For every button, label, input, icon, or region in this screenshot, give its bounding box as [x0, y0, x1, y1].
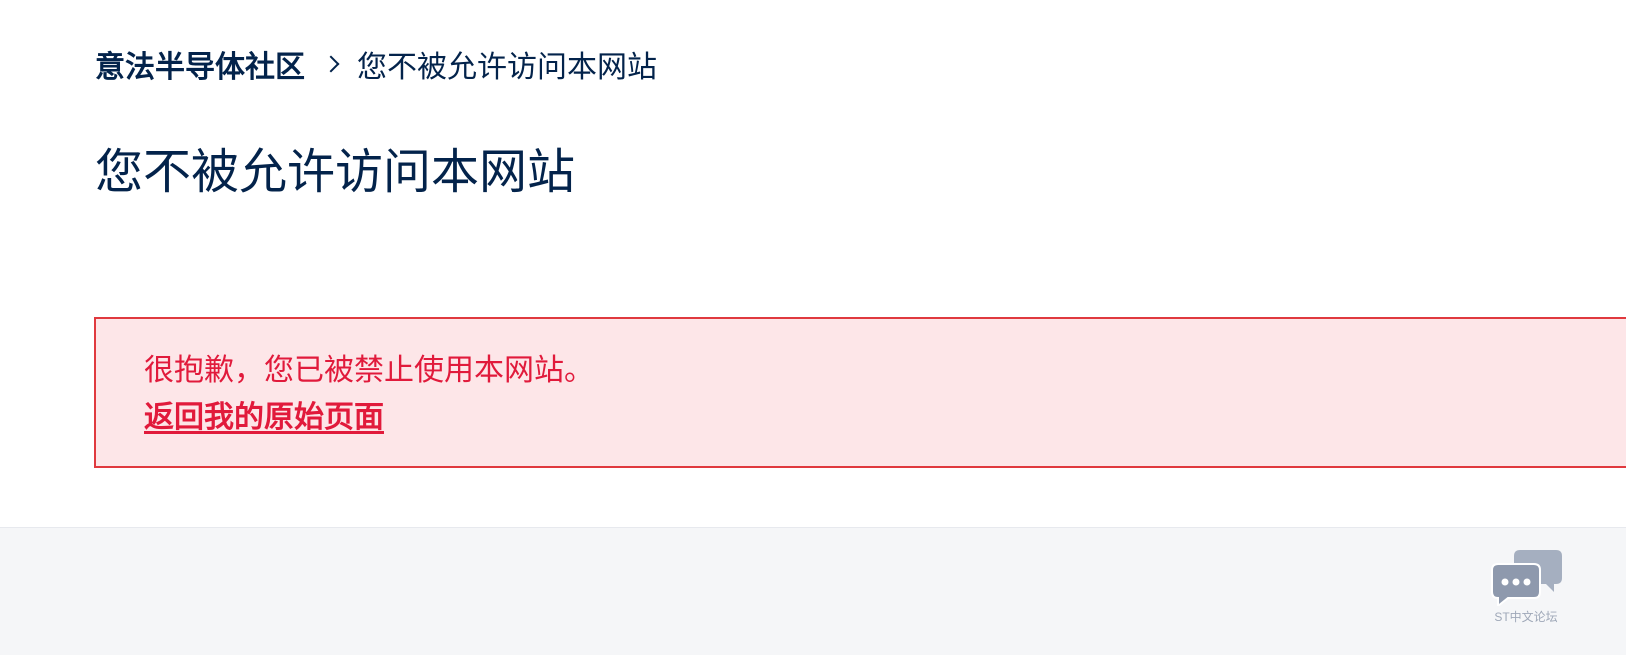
- chat-widget-button[interactable]: ST中文论坛: [1488, 548, 1564, 626]
- breadcrumb-home-link[interactable]: 意法半导体社区: [95, 42, 305, 86]
- chat-widget-label: ST中文论坛: [1494, 610, 1558, 624]
- breadcrumb: 意法半导体社区 您不被允许访问本网站: [95, 42, 657, 86]
- chat-bubbles-icon: [1491, 550, 1562, 606]
- breadcrumb-current: 您不被允许访问本网站: [357, 50, 657, 85]
- alert-message: 很抱歉，您已被禁止使用本网站。: [144, 353, 594, 388]
- page: 意法半导体社区 您不被允许访问本网站 您不被允许访问本网站 很抱歉，您已被禁止使…: [0, 0, 1626, 655]
- footer: [0, 527, 1626, 655]
- error-alert: 很抱歉，您已被禁止使用本网站。 返回我的原始页面: [94, 317, 1626, 468]
- chevron-right-icon: [322, 55, 340, 73]
- return-original-page-link[interactable]: 返回我的原始页面: [144, 398, 384, 438]
- page-title: 您不被允许访问本网站: [95, 144, 576, 200]
